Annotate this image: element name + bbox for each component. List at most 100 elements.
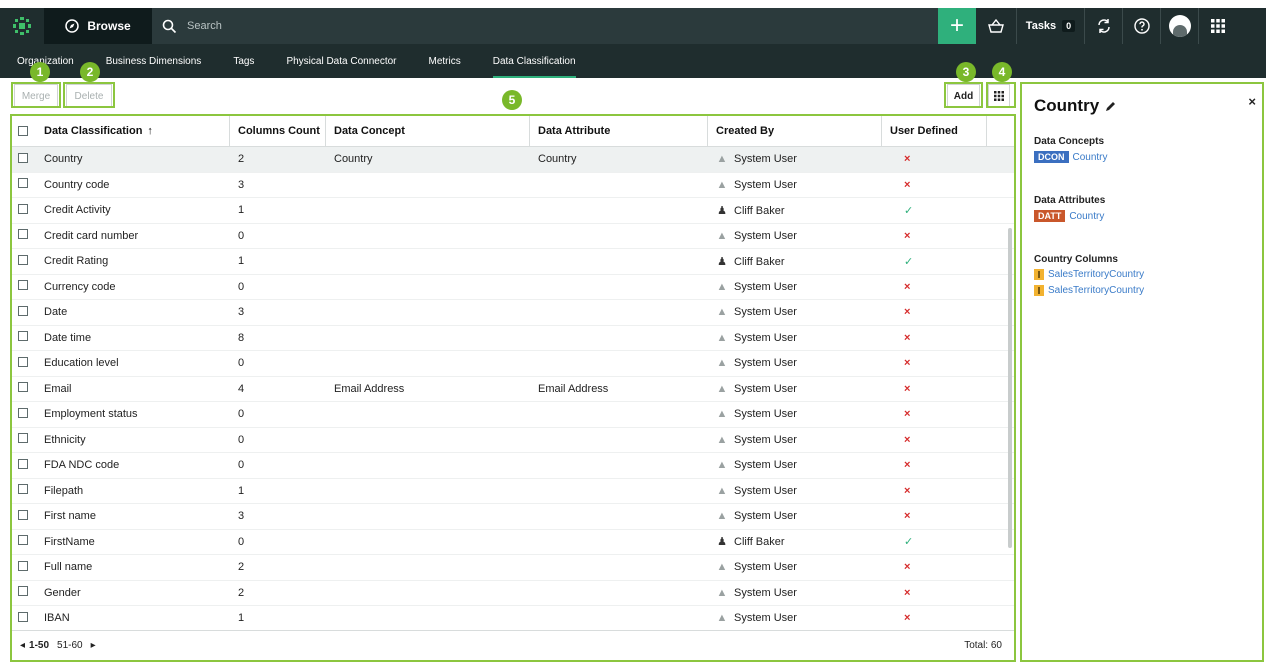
table-row[interactable]: Email 4 Email Address Email Address ▲ System … <box>12 377 1014 402</box>
row-checkbox[interactable] <box>18 382 28 393</box>
row-checkbox[interactable] <box>18 560 28 571</box>
data-concept[interactable]: Email Address <box>326 383 530 395</box>
app-logo[interactable] <box>0 8 44 44</box>
data-attribute[interactable]: Email Address <box>530 383 708 395</box>
tab-data-classification[interactable]: Data Classification <box>477 44 592 78</box>
row-checkbox-cell[interactable] <box>12 305 36 319</box>
search-input[interactable]: Search <box>152 8 938 44</box>
table-row[interactable]: Education level 0 ▲ System User × <box>12 351 1014 377</box>
row-checkbox[interactable] <box>18 280 28 291</box>
tab-business-dimensions[interactable]: Business Dimensions <box>90 44 218 78</box>
classification-name[interactable]: Country code <box>36 179 230 191</box>
next-page-icon[interactable]: ▸ <box>91 640 96 651</box>
row-checkbox[interactable] <box>18 509 28 520</box>
browse-button[interactable]: Browse <box>44 8 152 44</box>
classification-name[interactable]: Country <box>36 153 230 165</box>
row-checkbox-cell[interactable] <box>12 178 36 191</box>
row-checkbox[interactable] <box>18 203 28 214</box>
row-checkbox[interactable] <box>18 152 28 163</box>
classification-name[interactable]: Credit Activity <box>36 204 230 216</box>
row-checkbox-cell[interactable] <box>12 433 36 446</box>
header-columns-count[interactable]: Columns Count <box>230 116 326 147</box>
vertical-scrollbar[interactable] <box>1008 228 1012 548</box>
row-checkbox-cell[interactable] <box>12 356 36 370</box>
header-data-classification[interactable]: Data Classification ↑ <box>36 116 230 147</box>
row-checkbox-cell[interactable] <box>12 382 36 395</box>
table-row[interactable]: Date time 8 ▲ System User × <box>12 326 1014 351</box>
column-settings-button[interactable] <box>988 84 1010 108</box>
table-row[interactable]: Credit Rating 1 ♟ Cliff Baker ✓ <box>12 249 1014 275</box>
row-checkbox[interactable] <box>18 433 28 444</box>
table-row[interactable]: Employment status 0 ▲ System User × <box>12 402 1014 428</box>
user-menu-button[interactable] <box>1160 8 1198 44</box>
header-data-attribute[interactable]: Data Attribute <box>530 116 708 147</box>
row-checkbox-cell[interactable] <box>12 152 36 166</box>
classification-name[interactable]: Full name <box>36 561 230 573</box>
basket-button[interactable] <box>976 8 1016 44</box>
row-checkbox-cell[interactable] <box>12 611 36 625</box>
classification-name[interactable]: Credit Rating <box>36 255 230 267</box>
create-button[interactable]: + <box>938 8 976 44</box>
row-checkbox-cell[interactable] <box>12 229 36 242</box>
concept-link[interactable]: Country <box>1073 152 1108 163</box>
table-row[interactable]: Currency code 0 ▲ System User × <box>12 275 1014 300</box>
row-checkbox-cell[interactable] <box>12 484 36 497</box>
delete-button[interactable]: Delete <box>66 84 112 108</box>
add-button[interactable]: Add <box>947 84 980 108</box>
classification-name[interactable]: Date <box>36 306 230 318</box>
classification-name[interactable]: Gender <box>36 587 230 599</box>
classification-name[interactable]: FDA NDC code <box>36 459 230 471</box>
header-user-defined[interactable]: User Defined <box>882 116 987 147</box>
table-row[interactable]: FDA NDC code 0 ▲ System User × <box>12 453 1014 479</box>
classification-name[interactable]: First name <box>36 510 230 522</box>
table-row[interactable]: Country 2 Country Country ▲ System User × <box>12 147 1014 173</box>
row-checkbox[interactable] <box>18 407 28 418</box>
row-checkbox-cell[interactable] <box>12 586 36 599</box>
table-row[interactable]: Ethnicity 0 ▲ System User × <box>12 428 1014 453</box>
row-checkbox-cell[interactable] <box>12 254 36 268</box>
row-checkbox-cell[interactable] <box>12 280 36 293</box>
classification-name[interactable]: Ethnicity <box>36 434 230 446</box>
data-concept[interactable]: Country <box>326 153 530 165</box>
row-checkbox-cell[interactable] <box>12 203 36 217</box>
tab-metrics[interactable]: Metrics <box>413 44 477 78</box>
table-row[interactable]: Gender 2 ▲ System User × <box>12 581 1014 606</box>
tab-tags[interactable]: Tags <box>217 44 270 78</box>
data-attribute[interactable]: Country <box>530 153 708 165</box>
tab-physical-data-connector[interactable]: Physical Data Connector <box>270 44 412 78</box>
table-row[interactable]: IBAN 1 ▲ System User × <box>12 606 1014 632</box>
table-row[interactable]: Credit Activity 1 ♟ Cliff Baker ✓ <box>12 198 1014 224</box>
row-checkbox[interactable] <box>18 331 28 342</box>
row-checkbox[interactable] <box>18 458 28 469</box>
table-row[interactable]: FirstName 0 ♟ Cliff Baker ✓ <box>12 530 1014 555</box>
sync-button[interactable] <box>1084 8 1122 44</box>
row-checkbox-cell[interactable] <box>12 535 36 548</box>
column-link[interactable]: SalesTerritoryCountry <box>1048 285 1144 296</box>
row-checkbox[interactable] <box>18 586 28 597</box>
table-row[interactable]: Date 3 ▲ System User × <box>12 300 1014 326</box>
table-row[interactable]: Full name 2 ▲ System User × <box>12 555 1014 581</box>
classification-name[interactable]: Filepath <box>36 485 230 497</box>
classification-name[interactable]: Date time <box>36 332 230 344</box>
header-created-by[interactable]: Created By <box>708 116 882 147</box>
classification-name[interactable]: Education level <box>36 357 230 369</box>
row-checkbox[interactable] <box>18 254 28 265</box>
help-button[interactable] <box>1122 8 1160 44</box>
row-checkbox-cell[interactable] <box>12 509 36 523</box>
row-checkbox[interactable] <box>18 611 28 622</box>
tab-organization[interactable]: Organization <box>17 44 90 78</box>
checkbox[interactable] <box>18 126 28 136</box>
apps-menu-button[interactable] <box>1198 8 1236 44</box>
classification-name[interactable]: Email <box>36 383 230 395</box>
row-checkbox-cell[interactable] <box>12 458 36 472</box>
row-checkbox-cell[interactable] <box>12 560 36 574</box>
row-checkbox-cell[interactable] <box>12 331 36 344</box>
classification-name[interactable]: FirstName <box>36 536 230 548</box>
row-checkbox-cell[interactable] <box>12 407 36 421</box>
select-all-checkbox[interactable] <box>12 116 36 147</box>
row-checkbox[interactable] <box>18 229 28 240</box>
row-checkbox[interactable] <box>18 535 28 546</box>
classification-name[interactable]: Currency code <box>36 281 230 293</box>
close-icon[interactable]: × <box>1248 94 1256 109</box>
table-row[interactable]: First name 3 ▲ System User × <box>12 504 1014 530</box>
